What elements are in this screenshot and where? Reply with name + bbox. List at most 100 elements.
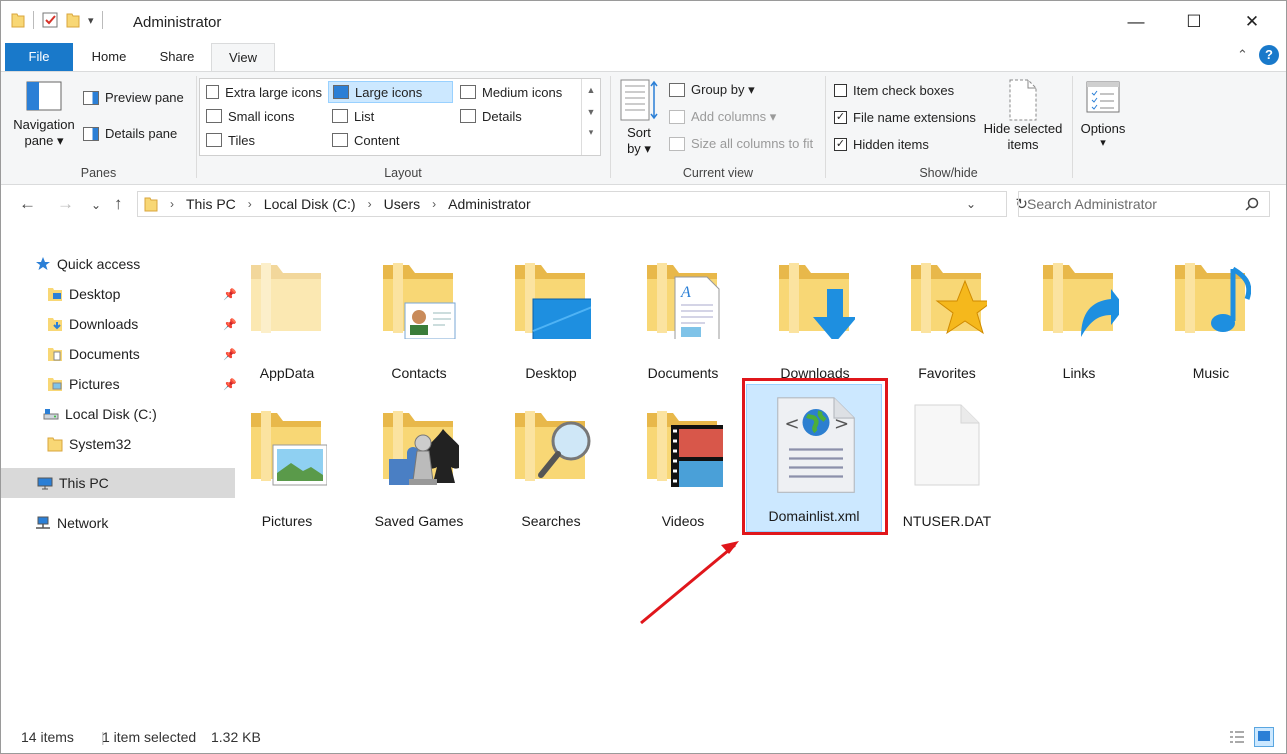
file-item-favorites[interactable]: Favorites <box>885 231 1009 381</box>
chevron-right-icon[interactable]: › <box>432 197 436 211</box>
nav-quick-access[interactable]: Quick access <box>1 249 233 279</box>
details-pane-icon <box>83 126 99 141</box>
minimize-button[interactable]: — <box>1107 1 1165 43</box>
crumb-local-disk[interactable]: Local Disk (C:) <box>264 196 356 212</box>
file-label: Music <box>1192 365 1230 381</box>
drive-icon <box>43 409 59 420</box>
details-icon <box>460 109 476 123</box>
hidden-items-checkbox[interactable]: ✓ <box>834 138 847 151</box>
up-button[interactable]: ↑ <box>114 194 123 214</box>
close-button[interactable]: ✕ <box>1223 1 1281 43</box>
file-item-saved-games[interactable]: Saved Games <box>357 379 481 529</box>
add-columns-button[interactable]: Add columns ▾ <box>669 109 776 125</box>
layout-content[interactable]: Content <box>328 129 452 151</box>
layout-option-label: Extra large icons <box>225 84 322 100</box>
group-by-button[interactable]: Group by ▾ <box>669 82 755 98</box>
chevron-right-icon[interactable]: › <box>368 197 372 211</box>
layout-tiles[interactable]: Tiles <box>202 129 326 151</box>
explorer-window: ▾ Administrator — ☐ ✕ File Home Share Vi… <box>0 0 1287 754</box>
file-item-links[interactable]: Links <box>1017 231 1141 381</box>
sort-by-button[interactable]: Sort by ▾ <box>617 78 661 157</box>
preview-pane-button[interactable]: Preview pane <box>83 90 184 105</box>
crumb-administrator[interactable]: Administrator <box>448 196 530 212</box>
options-button[interactable]: Options ▾ <box>1075 78 1131 149</box>
downloads-folder-icon <box>48 318 62 331</box>
file-name-extensions-toggle[interactable]: ✓ File name extensions <box>834 110 976 125</box>
large-icons-view-icon <box>1258 731 1270 741</box>
customize-toolbar-icon[interactable]: ▾ <box>88 14 94 27</box>
search-box[interactable]: Search Administrator <box>1018 191 1270 217</box>
file-item-music[interactable]: Music <box>1149 231 1273 381</box>
properties-icon[interactable] <box>42 12 58 28</box>
maximize-button[interactable]: ☐ <box>1165 1 1223 43</box>
file-name-extensions-checkbox[interactable]: ✓ <box>834 111 847 124</box>
layout-gallery-scroll[interactable]: ▲ ▼ ▾ <box>581 79 600 155</box>
address-bar[interactable]: › This PC › Local Disk (C:) › Users › Ad… <box>137 191 1028 217</box>
hidden-items-toggle[interactable]: ✓ Hidden items <box>834 137 929 152</box>
layout-large-icons[interactable]: Large icons <box>328 81 453 103</box>
tab-file[interactable]: File <box>5 43 73 71</box>
layout-group-label: Layout <box>384 166 422 180</box>
layout-small-icons[interactable]: Small icons <box>202 105 326 127</box>
search-icon[interactable] <box>1245 197 1259 211</box>
layout-list[interactable]: List <box>328 105 452 127</box>
nav-this-pc[interactable]: This PC <box>1 468 235 498</box>
nav-label: Quick access <box>57 256 141 272</box>
collapse-ribbon-icon[interactable]: ⌃ <box>1237 47 1248 63</box>
scroll-down-icon[interactable]: ▼ <box>582 107 600 117</box>
file-item-appdata[interactable]: AppData <box>225 231 349 381</box>
item-check-boxes-toggle[interactable]: Item check boxes <box>834 83 954 98</box>
tab-share[interactable]: Share <box>149 43 205 71</box>
file-item-videos[interactable]: Videos <box>621 379 745 529</box>
file-item-downloads[interactable]: Downloads <box>753 231 877 381</box>
details-pane-button[interactable]: Details pane <box>83 126 177 141</box>
group-by-label: Group by ▾ <box>691 82 755 97</box>
layout-option-label: Details <box>482 108 522 124</box>
navigation-pane-button[interactable]: Navigation pane ▾ <box>9 78 79 149</box>
selection-count: 1 item selected <box>102 729 197 745</box>
file-item-pictures[interactable]: Pictures <box>225 379 349 529</box>
address-dropdown-icon[interactable]: ⌄ <box>966 197 976 211</box>
large-icons-view-button[interactable] <box>1254 727 1274 747</box>
size-all-columns-label: Size all columns to fit <box>691 136 814 151</box>
expand-gallery-icon[interactable]: ▾ <box>582 127 600 138</box>
file-label: Saved Games <box>374 513 464 529</box>
chevron-right-icon[interactable]: › <box>248 197 252 211</box>
file-item-documents[interactable]: A Documents <box>621 231 745 381</box>
pictures-folder-icon <box>251 411 327 486</box>
help-icon[interactable]: ? <box>1259 45 1279 65</box>
blank-file-icon <box>914 404 980 486</box>
file-item-searches[interactable]: Searches <box>489 379 613 529</box>
new-folder-icon[interactable] <box>66 12 80 28</box>
folder-icon <box>251 263 321 333</box>
hide-selected-items-button[interactable]: Hide selected items <box>978 78 1068 153</box>
nav-label: Documents <box>69 346 140 362</box>
file-item-contacts[interactable]: Contacts <box>357 231 481 381</box>
crumb-this-pc[interactable]: This PC <box>186 196 236 212</box>
layout-details[interactable]: Details <box>456 105 580 127</box>
recent-locations-icon[interactable]: ⌄ <box>91 198 101 212</box>
item-check-boxes-checkbox[interactable] <box>834 84 847 97</box>
layout-gallery: Extra large icons Large icons Medium ico… <box>199 78 601 156</box>
options-icon <box>1086 81 1120 113</box>
details-view-button[interactable] <box>1227 727 1247 747</box>
layout-option-label: Tiles <box>228 132 255 148</box>
saved-games-folder-icon <box>383 411 459 485</box>
layout-extra-large-icons[interactable]: Extra large icons <box>202 81 326 103</box>
size-all-columns-button[interactable]: Size all columns to fit <box>669 136 813 151</box>
file-item-ntuser-dat[interactable]: NTUSER.DAT <box>885 379 1009 529</box>
forward-button[interactable]: → <box>57 194 74 214</box>
tab-home[interactable]: Home <box>81 43 137 71</box>
nav-network[interactable]: Network <box>1 508 233 538</box>
file-item-desktop[interactable]: Desktop <box>489 231 613 381</box>
layout-option-label: Large icons <box>355 84 423 100</box>
layout-medium-icons[interactable]: Medium icons <box>456 81 580 103</box>
quick-access-toolbar: ▾ <box>11 11 103 29</box>
crumb-users[interactable]: Users <box>384 196 421 212</box>
back-button[interactable]: ← <box>19 194 36 214</box>
file-label: Searches <box>521 513 581 529</box>
scroll-up-icon[interactable]: ▲ <box>582 85 600 95</box>
title-bar: ▾ Administrator — ☐ ✕ <box>1 1 1286 43</box>
tab-view[interactable]: View <box>211 43 275 72</box>
videos-folder-icon <box>647 411 723 487</box>
